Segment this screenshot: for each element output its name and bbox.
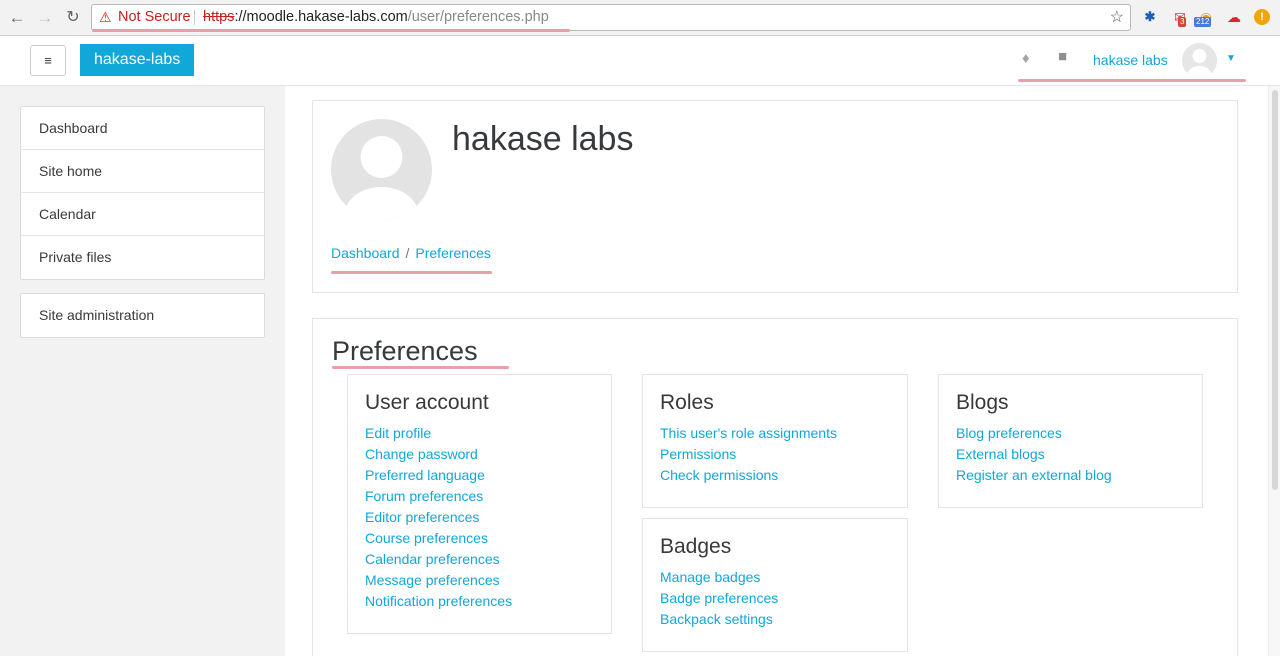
breadcrumb-separator: / — [405, 245, 410, 261]
link-external-blogs[interactable]: External blogs — [956, 444, 1202, 465]
preferences-title: Preferences — [332, 336, 478, 366]
link-notification-preferences[interactable]: Notification preferences — [365, 591, 611, 612]
profile-avatar — [331, 119, 432, 220]
nav-item-calendar[interactable]: Calendar — [21, 193, 264, 236]
page-header: hakase labs Dashboard / Preferences — [312, 100, 1238, 293]
section-title: Roles — [660, 391, 714, 414]
user-highlight — [1018, 79, 1246, 82]
nav-block: Dashboard Site home Calendar Private fil… — [20, 106, 265, 280]
avatar-silhouette-icon — [1187, 49, 1212, 78]
link-edit-profile[interactable]: Edit profile — [365, 423, 611, 444]
breadcrumb-preferences[interactable]: Preferences — [415, 245, 490, 261]
page-title: hakase labs — [452, 120, 634, 158]
alert-icon[interactable]: ! — [1254, 9, 1270, 25]
rss-icon[interactable]: ◉212 — [1194, 8, 1218, 27]
link-blog-preferences[interactable]: Blog preferences — [956, 423, 1202, 444]
link-preferred-language[interactable]: Preferred language — [365, 465, 611, 486]
link-check-permissions[interactable]: Check permissions — [660, 465, 907, 486]
page-scrollbar[interactable] — [1268, 86, 1280, 656]
link-permissions[interactable]: Permissions — [660, 444, 907, 465]
nav-item-site-home[interactable]: Site home — [21, 150, 264, 193]
nav-item-private-files[interactable]: Private files — [21, 236, 264, 279]
section-title: Badges — [660, 535, 732, 558]
user-account-section: User account Edit profile Change passwor… — [347, 374, 612, 634]
url-host: ://moodle.hakase-labs.com — [234, 9, 408, 25]
link-message-preferences[interactable]: Message preferences — [365, 570, 611, 591]
bell-icon[interactable]: ♦ — [1022, 50, 1030, 67]
link-register-external-blog[interactable]: Register an external blog — [956, 465, 1202, 486]
scrollbar-thumb[interactable] — [1272, 90, 1278, 490]
link-change-password[interactable]: Change password — [365, 444, 611, 465]
url-path: /user/preferences.php — [407, 9, 549, 25]
gmail-icon[interactable]: ✉3 — [1170, 8, 1190, 27]
profile-silhouette-icon — [344, 136, 419, 220]
link-backpack-settings[interactable]: Backpack settings — [660, 609, 907, 630]
address-highlight — [92, 29, 570, 32]
breadcrumb-dashboard[interactable]: Dashboard — [331, 245, 400, 261]
hamburger-icon: ≡ — [44, 53, 52, 68]
main-region: hakase labs Dashboard / Preferences Prefer… — [285, 86, 1280, 656]
gmail-badge: 3 — [1178, 17, 1187, 27]
bookmark-star-icon[interactable]: ☆ — [1110, 5, 1124, 30]
badges-section: Badges Manage badges Badge preferences B… — [642, 518, 908, 652]
site-brand[interactable]: hakase-labs — [80, 44, 195, 76]
link-calendar-preferences[interactable]: Calendar preferences — [365, 549, 611, 570]
link-course-preferences[interactable]: Course preferences — [365, 528, 611, 549]
address-separator — [194, 10, 195, 25]
browser-toolbar: ← → ↻ ⚠ Not Secure https://moodle.hakase… — [0, 0, 1280, 36]
reload-icon[interactable]: ↻ — [62, 7, 84, 29]
link-manage-badges[interactable]: Manage badges — [660, 567, 907, 588]
link-badge-preferences[interactable]: Badge preferences — [660, 588, 907, 609]
preferences-highlight — [332, 366, 509, 369]
link-editor-preferences[interactable]: Editor preferences — [365, 507, 611, 528]
link-forum-preferences[interactable]: Forum preferences — [365, 486, 611, 507]
preferences-card: Preferences User account Edit profile Ch… — [312, 318, 1238, 656]
cloud-icon[interactable]: ☁ — [1224, 8, 1244, 26]
user-menu-name[interactable]: hakase labs — [1093, 52, 1168, 68]
drawer-toggle-button[interactable]: ≡ — [30, 45, 66, 76]
section-title: User account — [365, 391, 489, 414]
site-navbar: ≡ hakase-labs ♦ ■ hakase labs ▼ — [0, 36, 1280, 86]
back-arrow-icon[interactable]: ← — [6, 7, 28, 29]
roles-section: Roles This user's role assignments Permi… — [642, 374, 908, 508]
puzzle-icon[interactable]: ✱ — [1142, 8, 1158, 26]
section-title: Blogs — [956, 391, 1009, 414]
chevron-down-icon[interactable]: ▼ — [1226, 53, 1236, 64]
admin-block: Site administration — [20, 293, 265, 338]
message-icon[interactable]: ■ — [1058, 48, 1067, 65]
url-scheme: https — [203, 9, 235, 25]
security-label[interactable]: Not Secure — [118, 5, 191, 30]
breadcrumb: Dashboard / Preferences — [331, 245, 491, 261]
nav-item-site-administration[interactable]: Site administration — [21, 294, 264, 337]
nav-drawer: Dashboard Site home Calendar Private fil… — [0, 86, 285, 656]
link-role-assignments[interactable]: This user's role assignments — [660, 423, 907, 444]
avatar[interactable] — [1182, 43, 1217, 78]
url-text[interactable]: https://moodle.hakase-labs.com/user/pref… — [203, 5, 549, 30]
rss-badge: 212 — [1194, 17, 1212, 27]
nav-item-dashboard[interactable]: Dashboard — [21, 107, 264, 150]
warning-icon: ⚠ — [99, 9, 112, 25]
breadcrumb-highlight — [331, 271, 492, 274]
address-bar[interactable]: ⚠ Not Secure https://moodle.hakase-labs.… — [91, 4, 1131, 31]
blogs-section: Blogs Blog preferences External blogs Re… — [938, 374, 1203, 508]
forward-arrow-icon[interactable]: → — [34, 7, 56, 29]
